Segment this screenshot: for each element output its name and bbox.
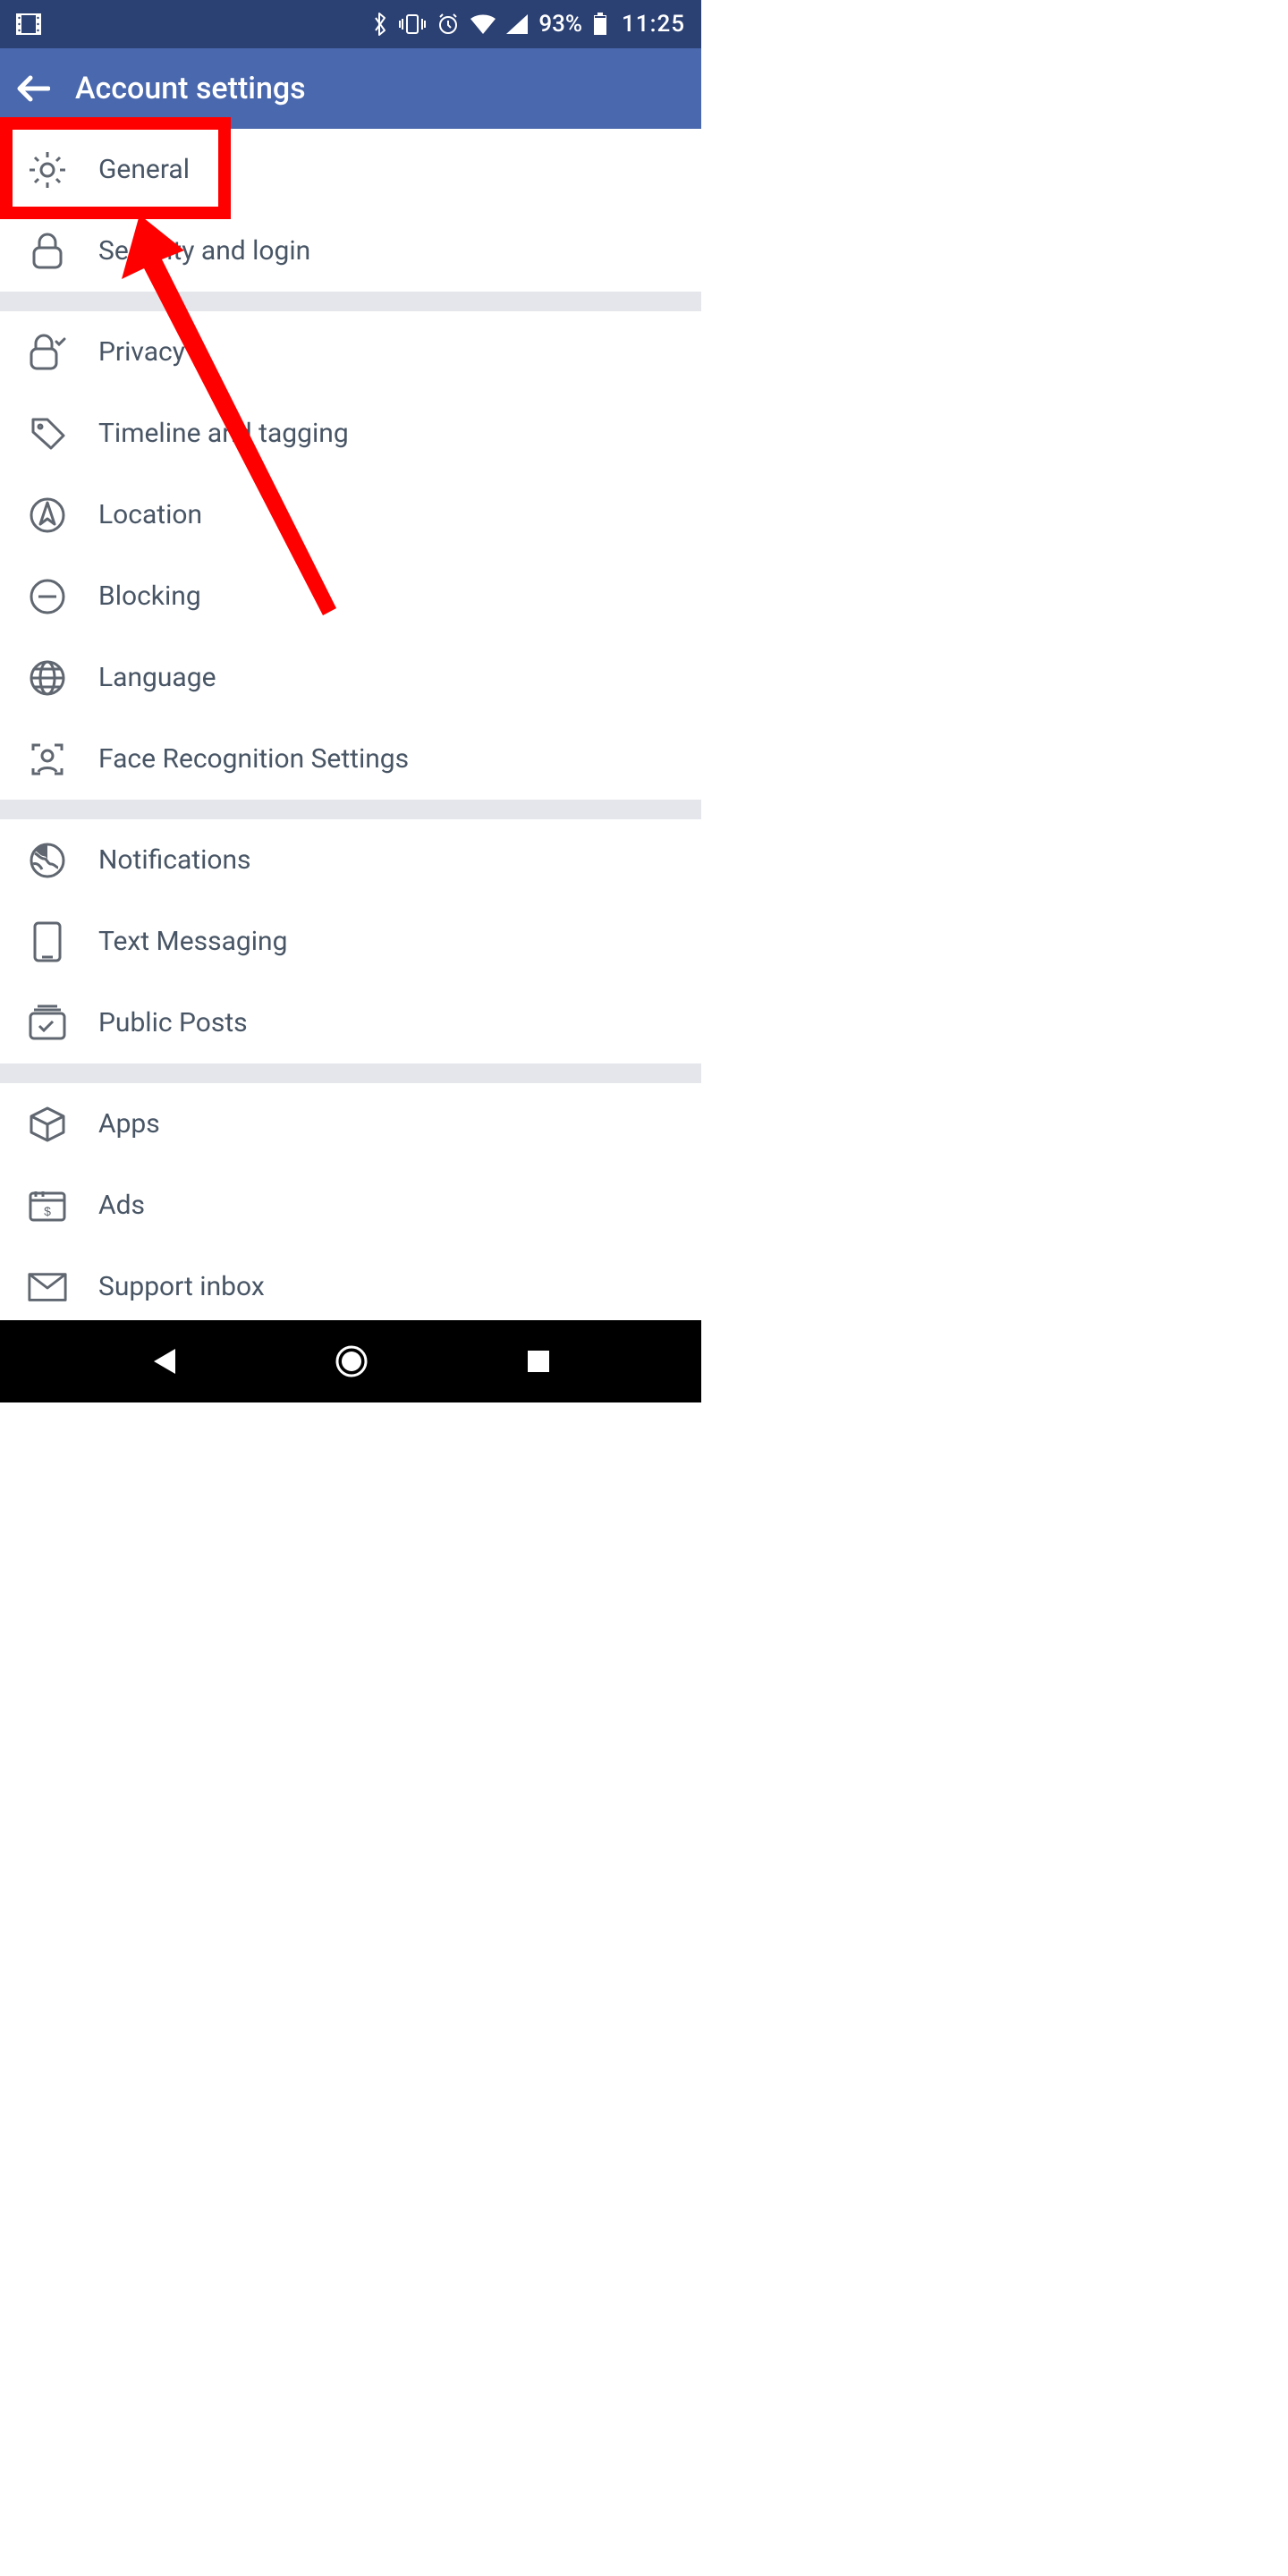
settings-item-label: Blocking <box>98 580 201 612</box>
settings-item-location[interactable]: Location <box>0 474 701 555</box>
wifi-icon <box>470 14 496 34</box>
battery-percent: 93% <box>538 11 582 38</box>
globe-icon <box>27 657 68 699</box>
clock-time: 11:25 <box>622 11 685 38</box>
alarm-icon <box>436 13 460 36</box>
status-bar: 93% 11:25 <box>0 0 701 48</box>
app-bar: Account settings <box>0 48 701 129</box>
back-arrow-icon <box>16 75 50 102</box>
settings-item-language[interactable]: Language <box>0 637 701 718</box>
section-divider <box>0 292 701 311</box>
settings-item-label: Language <box>98 662 216 693</box>
settings-item-ads[interactable]: $ Ads <box>0 1165 701 1246</box>
settings-item-label: Public Posts <box>98 1007 248 1038</box>
lock-check-icon <box>27 332 68 373</box>
settings-item-public-posts[interactable]: Public Posts <box>0 982 701 1063</box>
nav-back-button[interactable] <box>150 1347 177 1376</box>
page-title: Account settings <box>75 71 306 106</box>
signal-icon <box>506 14 528 34</box>
settings-item-label: Privacy <box>98 336 185 368</box>
tag-icon <box>27 413 68 454</box>
square-recent-icon <box>526 1349 551 1374</box>
settings-item-label: Location <box>98 499 202 530</box>
settings-item-notifications[interactable]: Notifications <box>0 819 701 901</box>
settings-item-support-inbox[interactable]: Support inbox <box>0 1246 701 1327</box>
face-icon <box>27 739 68 780</box>
bluetooth-icon <box>372 12 388 37</box>
lock-icon <box>27 231 68 272</box>
settings-item-label: General <box>98 154 190 185</box>
triangle-back-icon <box>150 1347 177 1376</box>
settings-item-label: Timeline and tagging <box>98 418 349 449</box>
settings-item-label: Apps <box>98 1108 160 1140</box>
android-nav-bar <box>0 1320 701 1402</box>
section-divider <box>0 800 701 819</box>
settings-item-label: Text Messaging <box>98 926 287 957</box>
minus-circle-icon <box>27 576 68 617</box>
settings-item-label: Notifications <box>98 844 251 876</box>
settings-item-text-messaging[interactable]: Text Messaging <box>0 901 701 982</box>
back-button[interactable] <box>16 75 50 102</box>
vibrate-icon <box>399 13 426 35</box>
cube-icon <box>27 1104 68 1145</box>
posts-icon <box>27 1003 68 1044</box>
battery-icon <box>593 13 607 36</box>
phone-icon <box>27 921 68 962</box>
settings-item-apps[interactable]: Apps <box>0 1083 701 1165</box>
film-icon <box>16 13 41 35</box>
settings-item-label: Ads <box>98 1190 145 1221</box>
nav-recent-button[interactable] <box>526 1349 551 1374</box>
settings-item-blocking[interactable]: Blocking <box>0 555 701 637</box>
nav-home-button[interactable] <box>335 1344 369 1378</box>
settings-item-privacy[interactable]: Privacy <box>0 311 701 393</box>
svg-text:$: $ <box>44 1204 51 1218</box>
settings-item-label: Face Recognition Settings <box>98 743 409 775</box>
ads-icon: $ <box>27 1185 68 1226</box>
envelope-icon <box>27 1267 68 1308</box>
settings-item-face-recognition[interactable]: Face Recognition Settings <box>0 718 701 800</box>
gear-icon <box>27 149 68 191</box>
world-icon <box>27 840 68 881</box>
section-divider <box>0 1063 701 1083</box>
settings-item-general[interactable]: General <box>0 129 701 210</box>
settings-item-label: Support inbox <box>98 1271 265 1302</box>
settings-item-security[interactable]: Security and login <box>0 210 701 292</box>
settings-item-timeline[interactable]: Timeline and tagging <box>0 393 701 474</box>
compass-icon <box>27 495 68 536</box>
circle-home-icon <box>335 1344 369 1378</box>
settings-item-label: Security and login <box>98 235 310 267</box>
